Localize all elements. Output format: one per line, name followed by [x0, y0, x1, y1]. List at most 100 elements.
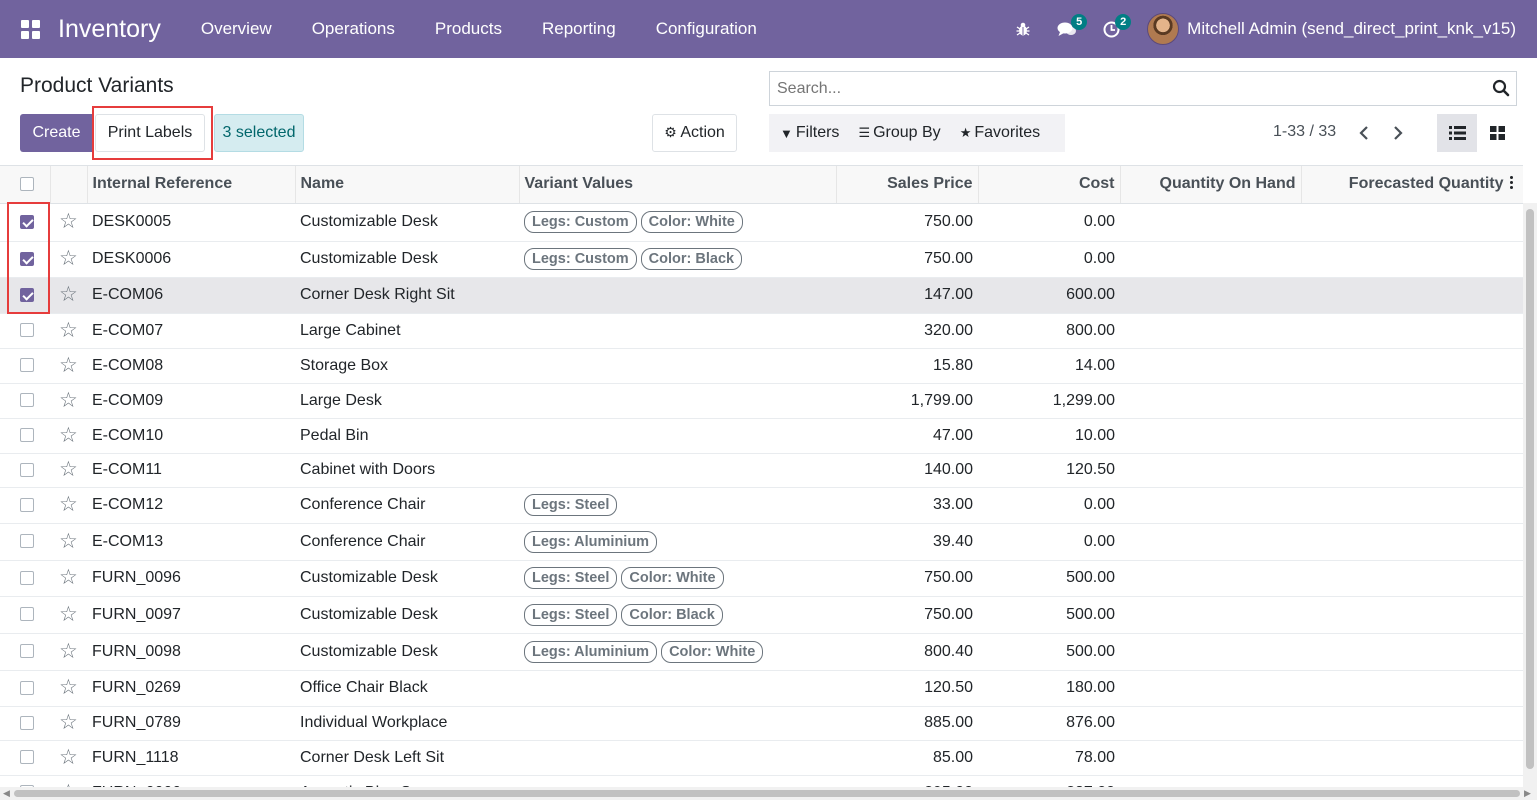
row-checkbox[interactable]	[20, 534, 34, 549]
cell-variant-values[interactable]	[519, 383, 836, 419]
cell-cost[interactable]: 500.00	[978, 560, 1120, 597]
cell-forecasted-qty[interactable]	[1301, 348, 1523, 384]
header-cost[interactable]: Cost	[978, 166, 1121, 204]
favorite-star-icon[interactable]: ☆	[59, 530, 78, 553]
cell-qty-on-hand[interactable]	[1120, 348, 1301, 384]
cell-forecasted-qty[interactable]	[1301, 418, 1523, 454]
cell-sales-price[interactable]: 800.40	[836, 633, 978, 671]
cell-forecasted-qty[interactable]	[1301, 775, 1523, 787]
cell-internal-reference[interactable]: E-COM11	[87, 453, 295, 488]
table-row[interactable]: ☆ DESK0005 Customizable Desk Legs: Custom Co…	[0, 203, 1523, 242]
cell-variant-values[interactable]	[519, 670, 836, 707]
selected-count-badge[interactable]: 3 selected	[214, 114, 304, 152]
list-view-icon[interactable]	[1437, 114, 1477, 152]
cell-variant-values[interactable]: Legs: Custom Color: Black	[519, 241, 836, 278]
cell-name[interactable]: Customizable Desk	[295, 241, 519, 278]
favorite-star-icon[interactable]: ☆	[59, 493, 78, 516]
cell-sales-price[interactable]: 885.00	[836, 706, 978, 741]
row-checkbox[interactable]	[20, 644, 34, 659]
cell-forecasted-qty[interactable]	[1301, 313, 1523, 349]
cell-variant-values[interactable]	[519, 418, 836, 454]
pager-value[interactable]: 1-33 / 33	[1273, 123, 1336, 141]
favorite-star-icon[interactable]: ☆	[59, 458, 78, 481]
cell-qty-on-hand[interactable]	[1120, 633, 1301, 671]
cell-sales-price[interactable]: 147.00	[836, 277, 978, 314]
menu-products[interactable]: Products	[415, 0, 522, 58]
row-checkbox[interactable]	[20, 607, 34, 622]
table-row[interactable]: ☆ DESK0006 Customizable Desk Legs: Custom Co…	[0, 241, 1523, 278]
row-checkbox[interactable]	[20, 715, 34, 730]
table-row[interactable]: ☆ E-COM13 Conference Chair Legs: Aluminium 3…	[0, 523, 1523, 561]
cell-sales-price[interactable]: 140.00	[836, 453, 978, 488]
cell-forecasted-qty[interactable]	[1301, 487, 1523, 524]
apps-menu-icon[interactable]	[0, 0, 60, 58]
cell-name[interactable]: Individual Workplace	[295, 706, 519, 741]
header-variant-values[interactable]: Variant Values	[519, 166, 837, 204]
search-box[interactable]	[769, 71, 1517, 106]
row-checkbox[interactable]	[20, 214, 34, 229]
cell-sales-price[interactable]: 120.50	[836, 670, 978, 707]
vertical-scrollbar[interactable]	[1523, 203, 1537, 787]
cell-cost[interactable]: 500.00	[978, 633, 1120, 671]
cell-internal-reference[interactable]: FURN_0269	[87, 670, 295, 707]
cell-internal-reference[interactable]: FURN_0096	[87, 560, 295, 597]
cell-name[interactable]: Customizable Desk	[295, 560, 519, 597]
header-sales-price[interactable]: Sales Price	[836, 166, 979, 204]
cell-name[interactable]: Corner Desk Right Sit	[295, 277, 519, 314]
cell-internal-reference[interactable]: FURN_0097	[87, 596, 295, 634]
table-row[interactable]: ☆FURN_6666Acoustic Bloc Screens 295.00287…	[0, 775, 1523, 787]
cell-cost[interactable]: 0.00	[978, 241, 1120, 278]
cell-variant-values[interactable]: Legs: Aluminium	[519, 523, 836, 561]
cell-forecasted-qty[interactable]	[1301, 706, 1523, 741]
table-row[interactable]: ☆ FURN_0096 Customizable Desk Legs: Steel Co…	[0, 560, 1523, 597]
debug-bug-icon[interactable]	[1001, 0, 1045, 58]
cell-cost[interactable]: 10.00	[978, 418, 1120, 454]
cell-qty-on-hand[interactable]	[1120, 203, 1301, 242]
group-by-button[interactable]: ☰ Group By	[847, 124, 948, 142]
cell-internal-reference[interactable]: E-COM10	[87, 418, 295, 454]
cell-qty-on-hand[interactable]	[1120, 418, 1301, 454]
favorite-star-icon[interactable]: ☆	[59, 711, 78, 734]
cell-variant-values[interactable]: Legs: Aluminium Color: White	[519, 633, 836, 671]
cell-sales-price[interactable]: 295.00	[836, 775, 978, 787]
table-row[interactable]: ☆ E-COM06 Corner Desk Right Sit 147.00 600.0…	[0, 277, 1523, 314]
cell-qty-on-hand[interactable]	[1120, 596, 1301, 634]
favorite-star-icon[interactable]: ☆	[59, 247, 78, 270]
cell-qty-on-hand[interactable]	[1120, 740, 1301, 776]
cell-internal-reference[interactable]: FURN_0098	[87, 633, 295, 671]
cell-forecasted-qty[interactable]	[1301, 670, 1523, 707]
cell-name[interactable]: Office Chair Black	[295, 670, 519, 707]
favorite-star-icon[interactable]: ☆	[59, 389, 78, 412]
favorites-button[interactable]: ★ Favorites	[949, 124, 1048, 142]
create-button[interactable]: Create	[20, 114, 93, 152]
menu-operations[interactable]: Operations	[292, 0, 415, 58]
header-internal-reference[interactable]: Internal Reference	[87, 166, 296, 204]
cell-cost[interactable]: 0.00	[978, 487, 1120, 524]
cell-cost[interactable]: 0.00	[978, 203, 1120, 242]
cell-sales-price[interactable]: 47.00	[836, 418, 978, 454]
cell-internal-reference[interactable]: DESK0006	[87, 241, 295, 278]
cell-cost[interactable]: 1,299.00	[978, 383, 1120, 419]
cell-internal-reference[interactable]: E-COM09	[87, 383, 295, 419]
row-checkbox[interactable]	[20, 358, 34, 373]
cell-variant-values[interactable]	[519, 740, 836, 776]
row-checkbox[interactable]	[20, 323, 34, 338]
cell-name[interactable]: Pedal Bin	[295, 418, 519, 454]
cell-internal-reference[interactable]: E-COM07	[87, 313, 295, 349]
cell-cost[interactable]: 180.00	[978, 670, 1120, 707]
cell-name[interactable]: Customizable Desk	[295, 633, 519, 671]
cell-cost[interactable]: 600.00	[978, 277, 1120, 314]
pager-previous-icon[interactable]	[1349, 114, 1379, 152]
table-row[interactable]: ☆ E-COM07 Large Cabinet 320.00 800.00	[0, 313, 1523, 349]
favorite-star-icon[interactable]: ☆	[59, 566, 78, 589]
cell-name[interactable]: Cabinet with Doors	[295, 453, 519, 488]
header-forecasted-qty[interactable]: Forecasted Quantity	[1301, 166, 1523, 204]
cell-forecasted-qty[interactable]	[1301, 633, 1523, 671]
favorite-star-icon[interactable]: ☆	[59, 640, 78, 663]
menu-overview[interactable]: Overview	[181, 0, 292, 58]
cell-sales-price[interactable]: 33.00	[836, 487, 978, 524]
favorite-star-icon[interactable]: ☆	[59, 283, 78, 306]
activities-clock-icon[interactable]: 2	[1089, 0, 1133, 58]
cell-qty-on-hand[interactable]	[1120, 241, 1301, 278]
menu-reporting[interactable]: Reporting	[522, 0, 636, 58]
